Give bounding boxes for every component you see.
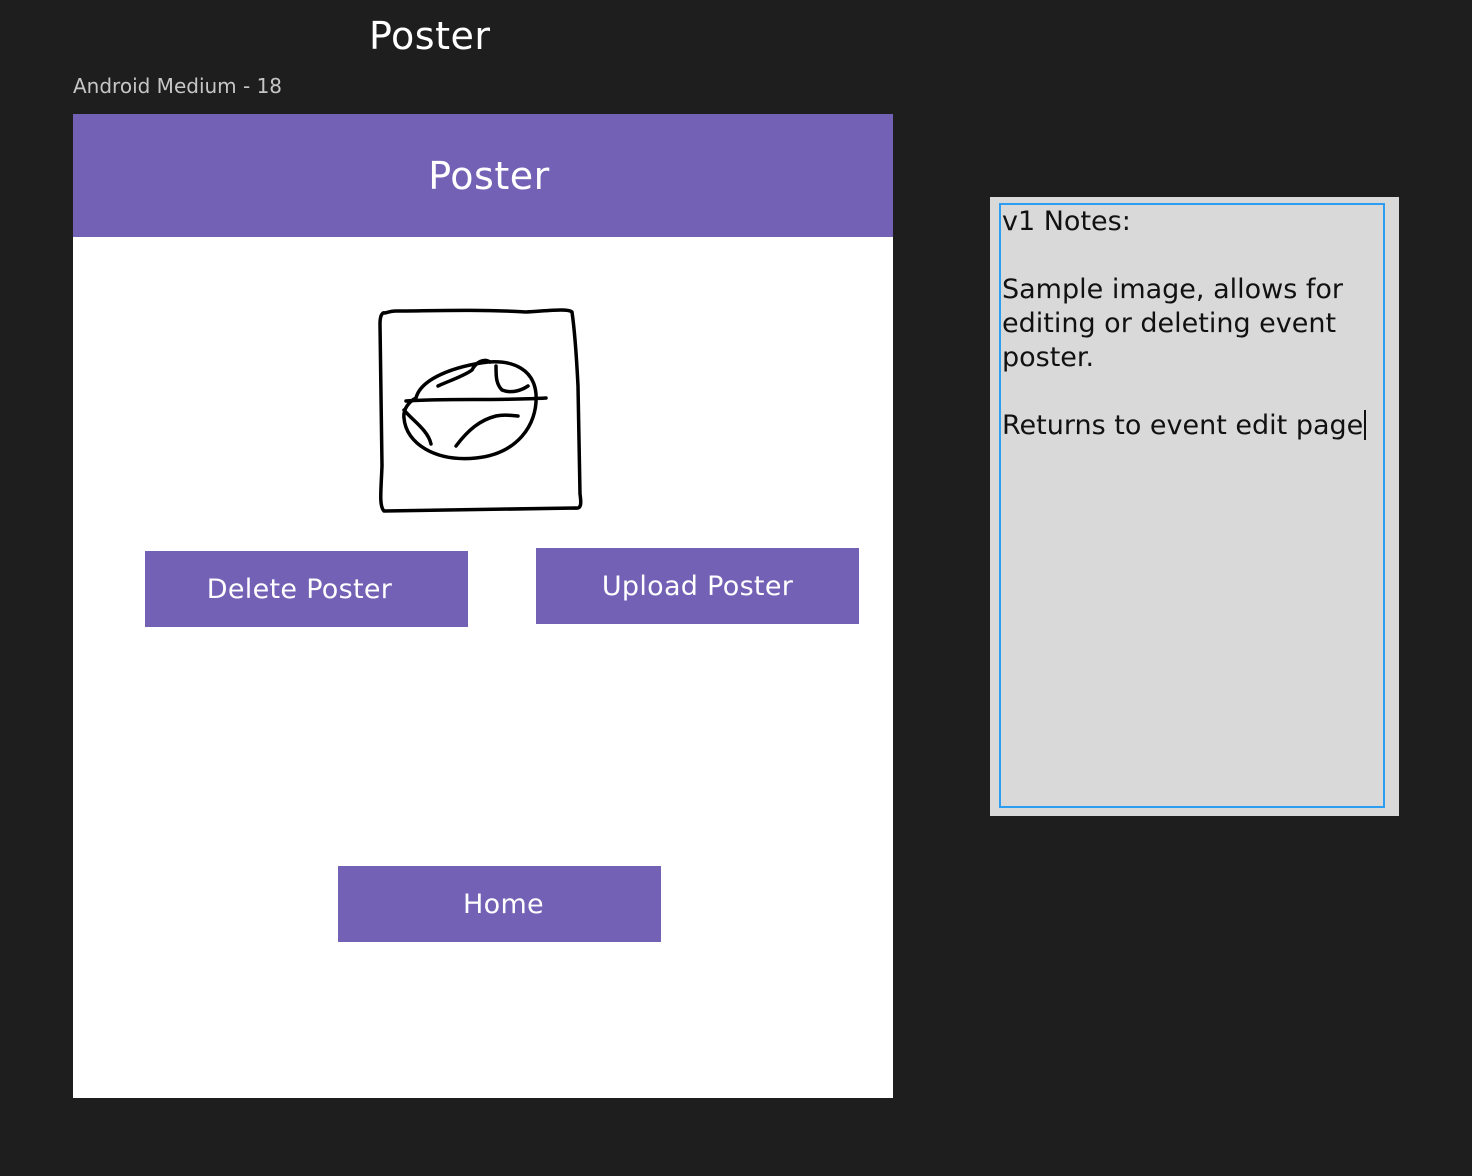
notes-footer: Returns to event edit page <box>1002 410 1364 441</box>
delete-poster-label: Delete Poster <box>206 573 393 605</box>
notes-heading: v1 Notes: <box>1002 206 1131 237</box>
notes-text[interactable]: v1 Notes: Sample image, allows for editi… <box>1002 205 1382 443</box>
delete-poster-button[interactable]: Delete Poster <box>145 551 468 627</box>
image-icon <box>378 308 583 513</box>
upload-poster-label: Upload Poster <box>601 570 794 602</box>
android-frame: Poster Delete Poster Upload Poster Home <box>73 114 893 1098</box>
home-button[interactable]: Home <box>338 866 661 942</box>
app-bar-title: Poster <box>428 153 550 198</box>
canvas-title: Poster <box>369 14 491 58</box>
home-label: Home <box>463 888 544 920</box>
frame-label[interactable]: Android Medium - 18 <box>73 74 282 98</box>
notes-sticky[interactable]: v1 Notes: Sample image, allows for editi… <box>990 197 1399 816</box>
app-bar: Poster <box>73 114 893 237</box>
text-caret <box>1364 410 1367 440</box>
notes-body: Sample image, allows for editing or dele… <box>1002 274 1344 373</box>
upload-poster-button[interactable]: Upload Poster <box>536 548 859 624</box>
notes-footer-line: Returns to event edit page <box>1002 409 1382 443</box>
